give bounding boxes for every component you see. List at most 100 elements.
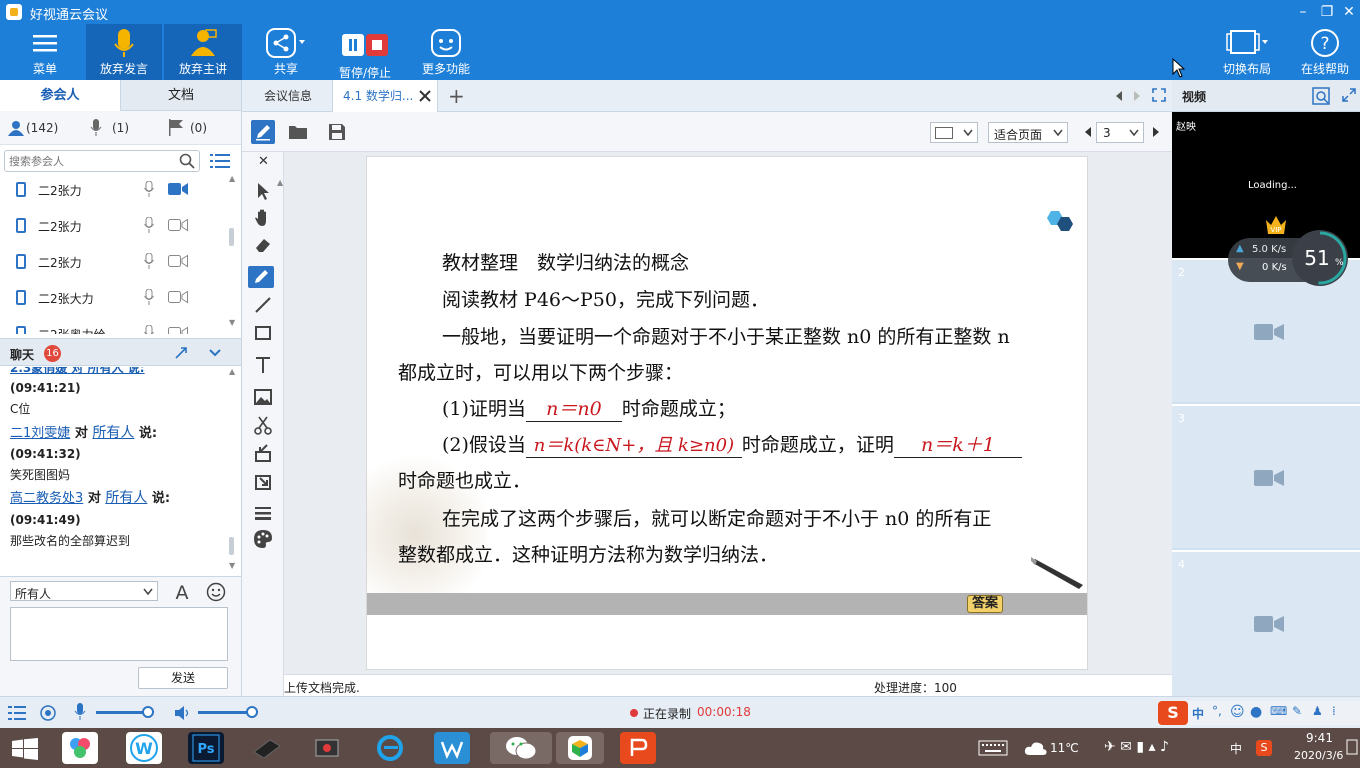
palette-icon[interactable] [252,528,274,550]
video-slot[interactable]: 4 [1172,550,1360,696]
taskbar-app-wechat[interactable] [490,732,552,764]
answer-button[interactable]: 答案 [967,595,1004,613]
taskbar-app-colorful[interactable] [62,732,98,764]
taskbar-app-w[interactable]: W [126,732,162,764]
add-tab-button[interactable]: + [448,84,465,108]
notification-icon[interactable] [1346,738,1358,758]
taskbar-app-screenrec[interactable] [310,732,346,764]
speaker-icon[interactable] [174,705,190,721]
mic-icon[interactable] [144,217,154,233]
person-icon[interactable] [8,120,24,136]
list-item[interactable]: 二2张力 [0,244,228,280]
ime-lang[interactable]: 中 [1192,705,1204,722]
close-tools-icon[interactable]: ✕ [258,154,269,169]
tab-documents[interactable]: 文档 [120,80,241,111]
page-select[interactable]: 3 [1096,122,1144,143]
mic-icon[interactable] [144,253,154,269]
participant-scrollbar[interactable]: ▲ ▼ [228,174,236,330]
list-item[interactable]: 二2张力 [0,172,228,208]
taskbar-app-ie[interactable] [372,732,408,764]
taskbar-app-photoshop[interactable]: Ps [188,732,224,764]
give-up-speak-button[interactable]: 放弃发言 [86,24,162,80]
recipient-select[interactable]: 所有人 [10,581,158,601]
close-tab-icon[interactable] [419,90,431,102]
search-icon[interactable] [179,153,195,169]
camera-off-icon[interactable] [168,326,188,334]
give-up-host-button[interactable]: 放弃主讲 [164,24,242,80]
search-input[interactable] [9,153,169,169]
font-icon[interactable]: A [172,582,192,602]
mic-icon[interactable] [144,289,154,305]
import-icon[interactable] [252,442,274,464]
clock-time[interactable]: 9:41 [1306,731,1333,745]
tab-meeting-info[interactable]: 会议信息 [254,80,322,112]
tab-active-document[interactable]: 4.1 数学归... [332,80,438,112]
eraser-icon[interactable] [252,234,274,256]
mic-icon[interactable] [144,181,154,197]
mic-volume-slider[interactable] [96,706,154,718]
camera-off-icon[interactable] [168,290,188,304]
camera-off-icon[interactable] [168,254,188,268]
rectangle-icon[interactable] [252,322,274,344]
popout-icon[interactable] [174,346,190,360]
pause-stop-button[interactable]: 暂停/停止 [332,24,398,80]
emoji-icon[interactable] [206,582,226,602]
next-page-icon[interactable] [1152,126,1160,138]
text-icon[interactable] [252,354,274,376]
speaker-volume-slider[interactable] [198,706,258,718]
share-button[interactable]: 共享 [254,24,318,80]
fullscreen-icon[interactable] [1152,88,1166,102]
online-help-button[interactable]: ? 在线帮助 [1292,24,1358,80]
mic-icon[interactable] [144,325,154,334]
zoom-select[interactable]: 适合页面 [988,122,1068,143]
scissors-icon[interactable] [252,414,274,436]
pen-tool-button[interactable] [248,266,274,288]
prev-page-icon[interactable] [1084,126,1092,138]
pointer-icon[interactable] [252,180,274,202]
taskbar-app-haoshitong[interactable] [556,732,604,764]
list-item[interactable]: 二2张力 [0,208,228,244]
camera-lens-icon[interactable] [40,705,56,721]
taskbar-app-tablet[interactable] [248,732,284,764]
camera-on-icon[interactable] [168,182,188,196]
list-item[interactable]: 二2张大力 [0,280,228,316]
taskbar-app-wps[interactable] [434,732,470,764]
video-slot[interactable]: 3 [1172,404,1360,548]
taskbar-app-ppt[interactable] [620,732,656,764]
video-settings-icon[interactable] [1312,87,1330,105]
sogou-logo-icon[interactable]: S [1158,701,1188,725]
annotate-button[interactable] [251,120,275,144]
tray-icons[interactable]: ✈ ✉ ▮ ▴ ♪ [1104,739,1169,755]
mic-volume-icon[interactable] [74,703,86,721]
list-toggle-icon[interactable] [8,705,26,721]
menu-button[interactable]: 菜单 [6,24,84,80]
save-icon[interactable] [328,123,346,141]
weather-temp[interactable]: 11℃ [1050,741,1079,755]
list-view-icon[interactable] [210,152,230,170]
camera-off-icon[interactable] [168,218,188,232]
search-box[interactable] [4,150,200,172]
image-icon[interactable] [252,386,274,408]
tab-participants[interactable]: 参会人 [0,80,120,111]
export-icon[interactable] [252,470,274,492]
more-functions-button[interactable]: 更多功能 [414,24,478,80]
clock-date[interactable]: 2020/3/6 [1294,749,1343,762]
windows-start-icon[interactable] [12,738,38,760]
mic-filter-icon[interactable] [90,119,102,136]
list-item[interactable]: 二2张奥力给 [0,316,228,334]
flag-icon[interactable] [168,119,184,136]
keyboard-icon[interactable] [978,740,1008,756]
expand-icon[interactable] [1342,88,1356,102]
switch-layout-button[interactable]: 切换布局 [1212,24,1282,80]
color-box-select[interactable] [930,122,978,143]
hand-icon[interactable] [252,207,274,229]
cpu-gauge[interactable]: 51 % [1290,228,1350,288]
ime-toolbar[interactable]: S 中 °, ☺ ● ⌨ ✎ ♟ ⁞ [1158,701,1360,725]
line-width-icon[interactable] [252,502,274,524]
close-button[interactable]: ✕ [1338,2,1360,22]
line-icon[interactable] [252,294,274,316]
send-button[interactable]: 发送 [138,667,228,689]
tray-ime[interactable]: 中 [1230,740,1242,757]
tab-next-icon[interactable] [1132,90,1142,102]
chat-scrollbar[interactable]: ▲ ▼ [228,367,236,573]
